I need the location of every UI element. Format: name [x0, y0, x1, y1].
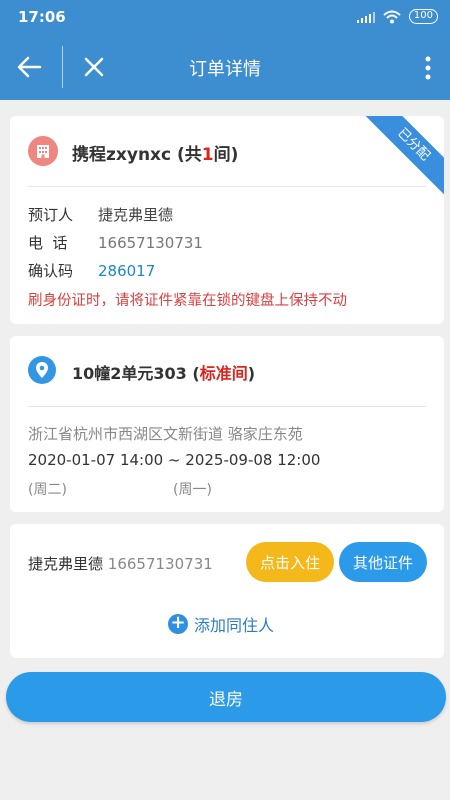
stay-date-range: 2020-01-07 14:00 ~ 2025-09-08 12:00 [28, 451, 321, 469]
room-count: 1 [201, 145, 214, 165]
divider [28, 406, 426, 407]
plus-circle-icon: + [168, 614, 188, 634]
hotel-name-suffix: 间) [213, 145, 239, 165]
guest-phone: 16657130731 [107, 555, 213, 573]
building-icon [28, 136, 58, 166]
divider [28, 186, 426, 187]
battery-icon: 100 [408, 9, 438, 24]
booker-row: 预订人 捷克弗里德 [28, 204, 173, 225]
confirm-label: 确认码 [28, 262, 74, 280]
booker-value: 捷克弗里德 [98, 206, 174, 224]
guest-card: 捷克弗里德 16657130731 点击入住 其他证件 + 添加同住人 [10, 524, 444, 658]
signal-icon [356, 11, 375, 23]
add-companion-button[interactable]: + 添加同住人 [168, 612, 274, 636]
phone-row: 电 话 16657130731 [28, 232, 203, 253]
guest-name: 捷克弗里德 [28, 555, 104, 573]
guest-info: 捷克弗里德 16657130731 [28, 553, 213, 574]
confirm-row: 确认码 286017 [28, 260, 155, 281]
more-vert-icon[interactable] [422, 54, 434, 82]
room-title: 10幢2单元303 (标准间) [72, 360, 255, 384]
status-icons: 100 [356, 9, 438, 24]
page-title: 订单详情 [189, 59, 261, 80]
add-companion-label: 添加同住人 [194, 616, 275, 635]
room-name: 10幢2单元303 ( [72, 364, 200, 383]
phone-label: 电 话 [28, 234, 68, 252]
confirm-code: 286017 [98, 262, 156, 280]
app-bar: 订单详情 [0, 34, 450, 100]
room-name-suffix: ) [247, 364, 256, 383]
booker-label: 预订人 [28, 206, 74, 224]
order-info-card: 已分配 携程zxynxc (共1间) 预订人 捷克弗里德 电 话 166571307… [10, 116, 444, 324]
phone-value: 16657130731 [98, 234, 203, 252]
checkin-button[interactable]: 点击入住 [246, 542, 334, 582]
status-ribbon: 已分配 [357, 116, 444, 201]
hotel-name-text: 携程zxynxc (共 [72, 145, 202, 165]
location-pin-icon [28, 356, 56, 384]
hotel-name: 携程zxynxc (共1间) [72, 140, 238, 165]
status-bar: 17:06 100 [0, 0, 450, 34]
checkout-button[interactable]: 退房 [6, 672, 446, 722]
start-weekday: (周二) [28, 482, 67, 498]
address: 浙江省杭州市西湖区文新街道 骆家庄东苑 [28, 425, 303, 443]
wifi-icon [383, 10, 401, 23]
room-type: 标准间 [199, 364, 248, 383]
other-id-button[interactable]: 其他证件 [339, 542, 427, 582]
room-info-card: 10幢2单元303 (标准间) 浙江省杭州市西湖区文新街道 骆家庄东苑 2020… [10, 336, 444, 512]
status-time: 17:06 [18, 8, 66, 26]
id-card-warning: 刷身份证时，请将证件紧靠在锁的键盘上保持不动 [28, 293, 347, 309]
end-weekday: (周一) [173, 482, 212, 498]
